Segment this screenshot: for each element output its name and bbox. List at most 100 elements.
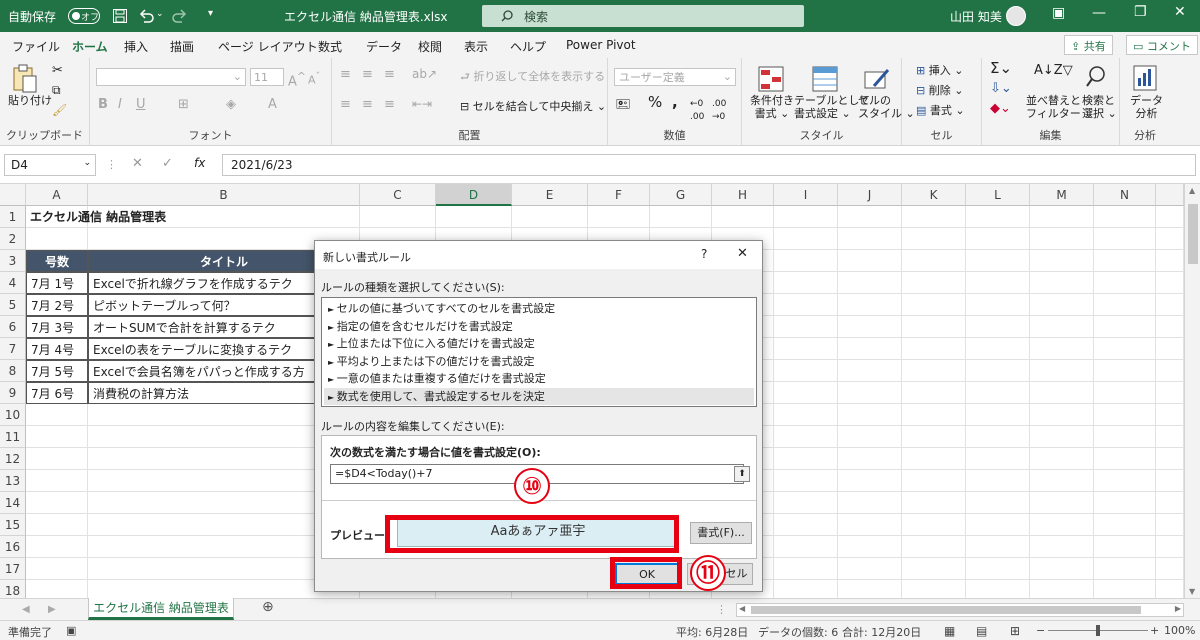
zoom-in-icon[interactable]: + xyxy=(1150,624,1159,637)
border-icon[interactable]: ⊞ xyxy=(178,98,189,111)
rule-type-item[interactable]: ► 上位または下位に入る値だけを書式設定 xyxy=(324,335,754,352)
undo-dropdown-icon[interactable]: ⌄ xyxy=(156,9,164,19)
tab-draw[interactable]: 描画 xyxy=(170,38,194,55)
grid-cell[interactable] xyxy=(1094,514,1156,536)
grid-cell[interactable] xyxy=(1156,316,1184,338)
grid-cell[interactable] xyxy=(1156,360,1184,382)
grid-cell[interactable] xyxy=(966,404,1030,426)
underline-icon[interactable]: U xyxy=(136,98,146,111)
bold-icon[interactable]: B xyxy=(98,98,108,111)
row-header[interactable]: 8 xyxy=(0,360,26,382)
grid-cell[interactable] xyxy=(774,404,838,426)
insert-cells-button[interactable]: ⊞ 挿入 ⌄ xyxy=(916,64,963,77)
grid-cell[interactable] xyxy=(1156,448,1184,470)
grid-cell[interactable] xyxy=(1030,250,1094,272)
sheet-title[interactable]: エクセル通信 納品管理表 xyxy=(26,206,326,228)
tab-page-layout[interactable]: ページ レイアウト xyxy=(218,38,318,55)
column-header[interactable]: B xyxy=(88,184,360,206)
orientation-icon[interactable]: ab↗ xyxy=(412,68,437,81)
comment-button[interactable]: ▭ コメント xyxy=(1126,35,1198,55)
grid-cell[interactable] xyxy=(838,294,902,316)
row-header[interactable]: 16 xyxy=(0,536,26,558)
tab-insert[interactable]: 挿入 xyxy=(124,38,148,55)
grid-cell[interactable] xyxy=(902,404,966,426)
page-break-view-icon[interactable]: ⊞ xyxy=(1010,624,1020,638)
grid-cell[interactable] xyxy=(838,382,902,404)
autosum-icon[interactable]: Σ⌄ xyxy=(990,61,1012,76)
grid-cell[interactable] xyxy=(774,448,838,470)
grid-cell[interactable] xyxy=(1030,294,1094,316)
grid-cell[interactable] xyxy=(902,250,966,272)
shrink-font-icon[interactable]: Aˇ xyxy=(308,70,320,87)
grid-cell[interactable] xyxy=(1156,382,1184,404)
grid-cell[interactable] xyxy=(1156,558,1184,580)
grid-cell[interactable] xyxy=(966,558,1030,580)
grid-cell[interactable] xyxy=(774,360,838,382)
row-header[interactable]: 4 xyxy=(0,272,26,294)
align-top-icon[interactable]: ≡ xyxy=(340,68,351,81)
grid-cell[interactable] xyxy=(26,558,88,580)
grid-cell[interactable] xyxy=(902,272,966,294)
grid-cell[interactable] xyxy=(902,206,966,228)
grid-cell[interactable] xyxy=(774,316,838,338)
grid-cell[interactable] xyxy=(1030,448,1094,470)
rule-type-item[interactable]: ► セルの値に基づいてすべてのセルを書式設定 xyxy=(324,300,754,317)
grid-cell[interactable] xyxy=(774,272,838,294)
font-color-icon[interactable]: A xyxy=(268,98,277,111)
issue-cell[interactable]: 7月 2号 xyxy=(26,294,88,316)
grid-cell[interactable] xyxy=(26,536,88,558)
name-box[interactable]: D4 ⌄ xyxy=(4,154,96,176)
grid-cell[interactable] xyxy=(26,404,88,426)
font-size-box[interactable]: 11 xyxy=(250,68,284,86)
grid-cell[interactable] xyxy=(1030,558,1094,580)
rule-type-item[interactable]: ► 平均より上または下の値だけを書式設定 xyxy=(324,353,754,370)
number-format-box[interactable]: ユーザー定義 ⌄ xyxy=(614,68,736,86)
grid-cell[interactable] xyxy=(1030,228,1094,250)
avatar[interactable] xyxy=(1006,6,1026,26)
column-header[interactable]: I xyxy=(774,184,838,206)
formula-input[interactable]: 2021/6/23 xyxy=(222,154,1196,176)
minimize-icon[interactable]: — xyxy=(1092,5,1106,21)
grid-cell[interactable] xyxy=(774,426,838,448)
tab-help[interactable]: ヘルプ xyxy=(510,38,546,55)
comma-icon[interactable]: , xyxy=(672,95,678,110)
grid-cell[interactable] xyxy=(712,206,774,228)
next-sheet-icon[interactable]: ▶ xyxy=(48,603,56,616)
restore-icon[interactable]: ❐ xyxy=(1134,4,1147,20)
paste-label[interactable]: 貼り付け xyxy=(8,94,52,107)
issue-cell[interactable]: 7月 4号 xyxy=(26,338,88,360)
grid-cell[interactable] xyxy=(1094,382,1156,404)
ribbon-display-icon[interactable]: ▣ xyxy=(1052,5,1065,21)
accounting-icon[interactable]: 🖭 xyxy=(616,98,630,111)
grid-cell[interactable] xyxy=(838,514,902,536)
align-center-icon[interactable]: ≡ xyxy=(362,98,373,111)
grid-cell[interactable] xyxy=(902,470,966,492)
italic-icon[interactable]: I xyxy=(118,98,122,111)
horizontal-scrollbar[interactable]: ◀ ▶ xyxy=(736,603,1184,617)
grid-cell[interactable] xyxy=(1156,294,1184,316)
macro-record-icon[interactable]: ▣ xyxy=(66,624,76,637)
row-header[interactable]: 17 xyxy=(0,558,26,580)
select-all-button[interactable] xyxy=(0,184,26,206)
align-bottom-icon[interactable]: ≡ xyxy=(384,68,395,81)
grid-cell[interactable] xyxy=(902,426,966,448)
column-header[interactable]: C xyxy=(360,184,436,206)
normal-view-icon[interactable]: ▦ xyxy=(944,624,955,638)
grid-cell[interactable] xyxy=(774,536,838,558)
decrease-decimal-icon[interactable]: .00 →0 xyxy=(712,98,726,124)
row-header[interactable]: 1 xyxy=(0,206,26,228)
grid-cell[interactable] xyxy=(588,206,650,228)
column-header[interactable]: K xyxy=(902,184,966,206)
issue-cell[interactable]: 7月 5号 xyxy=(26,360,88,382)
grid-cell[interactable] xyxy=(1030,316,1094,338)
grid-cell[interactable] xyxy=(838,426,902,448)
grid-cell[interactable] xyxy=(902,492,966,514)
grid-cell[interactable] xyxy=(838,228,902,250)
grid-cell[interactable] xyxy=(1030,470,1094,492)
issue-cell[interactable]: 7月 6号 xyxy=(26,382,88,404)
grid-cell[interactable] xyxy=(838,360,902,382)
percent-icon[interactable]: % xyxy=(648,95,662,110)
column-header[interactable]: N xyxy=(1094,184,1156,206)
grid-cell[interactable] xyxy=(1030,536,1094,558)
paste-icon[interactable] xyxy=(12,64,38,94)
